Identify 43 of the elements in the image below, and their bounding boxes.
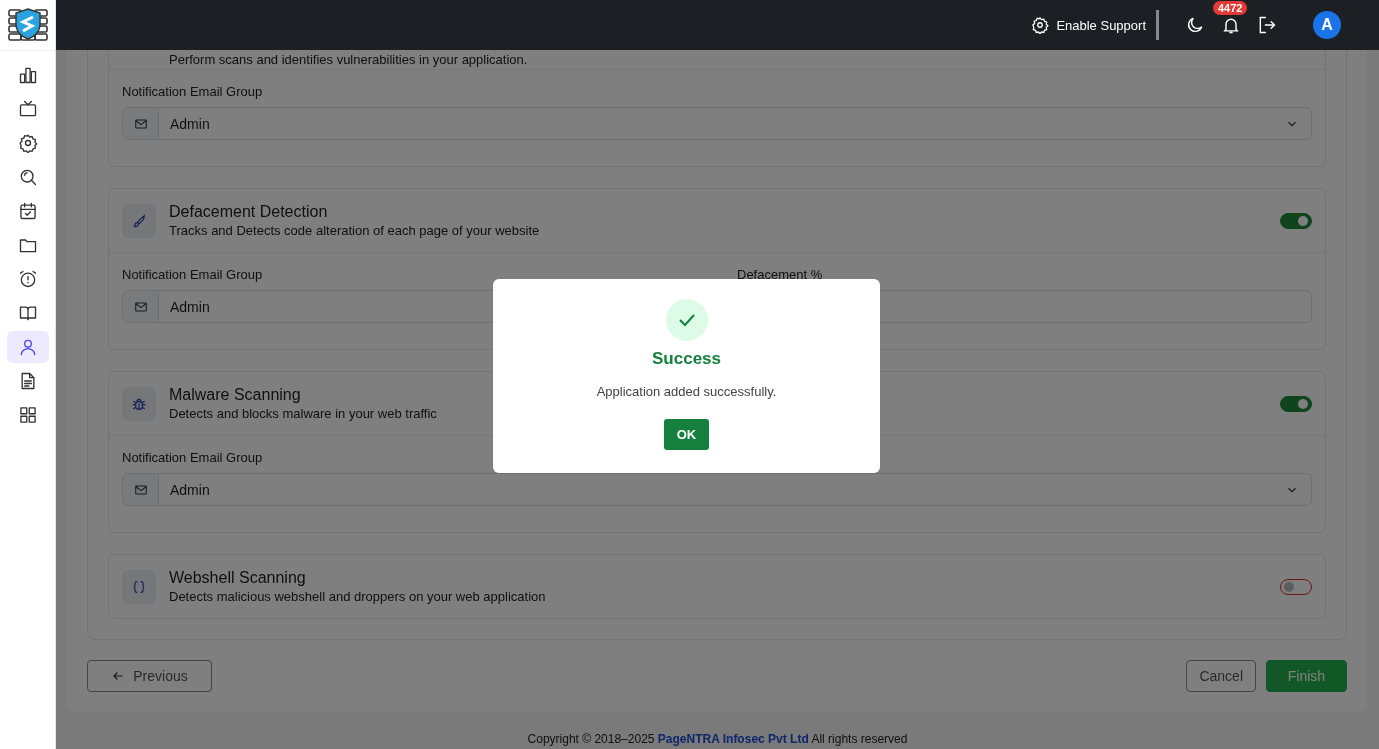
toggle-switch[interactable]	[1280, 578, 1312, 595]
user-avatar[interactable]: A	[1313, 11, 1341, 39]
ok-button[interactable]: OK	[664, 419, 709, 450]
toggle-switch[interactable]	[1280, 212, 1312, 229]
module-title: Malware Scanning	[169, 386, 301, 404]
alarm-clock-icon[interactable]	[17, 269, 38, 289]
settings-icon[interactable]	[17, 133, 38, 153]
mail-icon	[133, 116, 148, 131]
cancel-button[interactable]: Cancel	[1186, 660, 1256, 692]
mail-icon	[133, 299, 148, 314]
company-link[interactable]: PageNTRA Infosec Pvt Ltd	[657, 732, 809, 746]
checkmark-icon	[665, 299, 708, 341]
enable-support-button[interactable]: Enable Support	[1031, 16, 1146, 34]
dialog-message: Application added successfully.	[596, 384, 777, 399]
field-label: Defacement %	[737, 267, 824, 282]
field-label: Notification Email Group	[122, 450, 264, 465]
field-label: Notification Email Group	[122, 267, 264, 282]
arrow-left-icon	[111, 669, 126, 683]
previous-button[interactable]: Previous	[87, 660, 212, 692]
moon-icon[interactable]	[1185, 15, 1205, 35]
grid-icon[interactable]	[17, 405, 38, 425]
bar-chart-icon[interactable]	[17, 65, 38, 85]
module-description: Perform scans and identifies vulnerabilities in your application.	[169, 52, 528, 67]
mail-icon	[133, 482, 148, 497]
email-group-select[interactable]: Admin	[122, 473, 1312, 506]
dialog-title: Success	[652, 349, 721, 369]
module-title: Webshell Scanning	[169, 569, 306, 587]
tv-icon[interactable]	[17, 99, 38, 119]
bug-icon	[122, 386, 156, 421]
logout-icon[interactable]	[1257, 15, 1277, 35]
notification-badge: 4472	[1213, 1, 1248, 15]
module-description: Tracks and Detects code alteration of each page of your website	[169, 223, 540, 238]
braces-icon	[122, 569, 156, 604]
module-description: Detects and blocks malware in your web traffic	[169, 406, 437, 421]
calendar-icon[interactable]	[17, 201, 38, 221]
field-label: Notification Email Group	[122, 84, 264, 99]
module-description: Detects malicious webshell and droppers on your web application	[169, 589, 546, 604]
email-group-select[interactable]: Admin	[122, 107, 1312, 140]
toggle-switch[interactable]	[1280, 395, 1312, 412]
copyright-text: Copyright © 2018–2025 PageNTRA Infosec Pvt Ltd All rights reserved	[526, 732, 909, 746]
brush-icon	[122, 203, 156, 238]
logo-icon	[7, 8, 48, 42]
module-title: Defacement Detection	[169, 203, 328, 221]
